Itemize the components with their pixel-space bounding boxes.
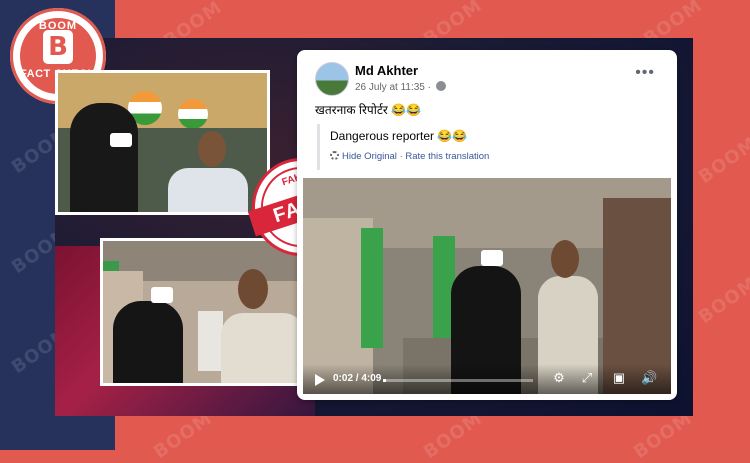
post-text: खतरनाक रिपोर्टर 😂😂: [315, 103, 421, 117]
video-time: 0:02 / 4:09: [333, 373, 382, 384]
fullscreen-icon[interactable]: ⤢: [579, 371, 595, 385]
globe-icon: [435, 81, 446, 91]
more-options-button[interactable]: •••: [635, 64, 655, 82]
translation-block: Dangerous reporter 😂😂 Hide Original · Ra…: [317, 124, 660, 170]
translated-text: Dangerous reporter 😂😂: [330, 129, 468, 143]
translation-links: Hide Original · Rate this translation: [330, 151, 489, 162]
play-icon[interactable]: [315, 374, 325, 386]
hide-original-link[interactable]: Hide Original: [342, 151, 397, 162]
volume-icon[interactable]: 🔊: [641, 371, 657, 385]
video-progress-fill: [383, 379, 386, 382]
link-separator: ·: [399, 151, 403, 162]
facebook-post-card: Md Akhter 26 July at 11:35 · ••• खतरनाक …: [297, 50, 677, 400]
gear-icon: [330, 151, 339, 160]
video-progress-bar[interactable]: [383, 379, 533, 382]
timestamp-text[interactable]: 26 July at 11:35 ·: [355, 82, 431, 93]
rate-translation-link[interactable]: Rate this translation: [405, 151, 489, 162]
video-still-photo-1: [55, 70, 270, 215]
picture-in-picture-icon[interactable]: ▣: [611, 371, 627, 385]
author-name[interactable]: Md Akhter: [355, 63, 418, 78]
video-still-photo-2: [100, 238, 302, 386]
video-controls: 0:02 / 4:09 ⚙ ⤢ ▣ 🔊: [303, 364, 671, 394]
video-player[interactable]: 0:02 / 4:09 ⚙ ⤢ ▣ 🔊: [303, 178, 671, 394]
settings-icon[interactable]: ⚙: [551, 371, 567, 385]
logo-letter: B: [43, 30, 73, 64]
post-timestamp[interactable]: 26 July at 11:35 ·: [355, 81, 446, 93]
author-avatar[interactable]: [315, 62, 349, 96]
